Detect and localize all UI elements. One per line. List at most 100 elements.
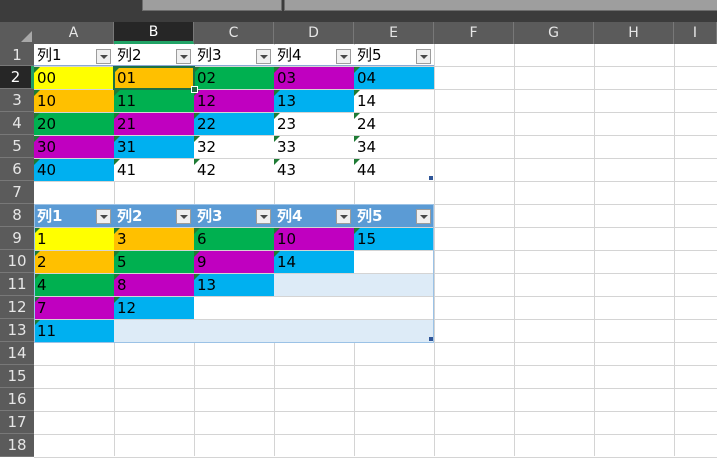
table1-data-cell[interactable]: 12 [194,90,274,112]
table1-data-cell[interactable]: 34 [354,136,434,158]
row-header-1[interactable]: 1 [0,44,34,66]
table2-data-cell[interactable]: 11 [34,320,114,342]
table2-data-cell[interactable]: 9 [194,251,274,273]
column-header-i[interactable]: I [674,22,717,44]
table2-empty-band-cell[interactable] [274,274,354,296]
row-header-13[interactable]: 13 [0,319,34,342]
table1-data-cell[interactable]: 21 [114,113,194,135]
table1-data-cell[interactable]: 10 [34,90,114,112]
table2-empty-band-cell[interactable] [354,320,434,342]
column-header-e[interactable]: E [354,22,434,44]
row-header-6[interactable]: 6 [0,158,34,181]
table2-data-cell[interactable] [274,297,354,319]
table2-header-cell[interactable]: 列5 [354,205,434,227]
filter-dropdown-icon[interactable] [256,209,271,224]
table1-data-cell[interactable]: 42 [194,159,274,181]
table1-data-cell[interactable]: 24 [354,113,434,135]
table2-data-cell[interactable] [194,297,274,319]
table2-data-cell[interactable]: 1 [34,228,114,250]
filter-dropdown-icon[interactable] [336,49,351,64]
table1-data-cell[interactable]: 00 [34,67,114,89]
column-header-f[interactable]: F [434,22,514,44]
table2-data-cell[interactable]: 3 [114,228,194,250]
table2-header-cell[interactable]: 列4 [274,205,354,227]
table2-data-cell[interactable]: 4 [34,274,114,296]
table2-empty-band-cell[interactable] [354,274,434,296]
table2-header-cell[interactable]: 列1 [34,205,114,227]
row-header-5[interactable]: 5 [0,135,34,158]
column-header-h[interactable]: H [594,22,674,44]
row-header-8[interactable]: 8 [0,204,34,227]
column-header-b[interactable]: B [114,22,194,44]
filter-dropdown-icon[interactable] [96,49,111,64]
table1-data-cell[interactable]: 11 [114,90,194,112]
table2-data-cell[interactable]: 14 [274,251,354,273]
filter-dropdown-icon[interactable] [256,49,271,64]
ribbon-button[interactable] [142,0,282,11]
table1-data-cell[interactable]: 22 [194,113,274,135]
row-header-15[interactable]: 15 [0,365,34,388]
row-header-10[interactable]: 10 [0,250,34,273]
table1-data-cell[interactable]: 40 [34,159,114,181]
table1-data-cell[interactable]: 23 [274,113,354,135]
table2-empty-band-cell[interactable] [274,320,354,342]
table1-resize-handle-icon[interactable] [429,176,433,180]
filter-dropdown-icon[interactable] [416,49,431,64]
table1-data-cell[interactable]: 13 [274,90,354,112]
table1-data-cell[interactable]: 30 [34,136,114,158]
table1-header-cell[interactable]: 列3 [194,45,274,66]
worksheet-grid[interactable]: 列1 列2 列3 列4 列5 00 01 02 03 04 10 11 12 13 14 20 21 22 23 24… [34,44,717,458]
table2-header-cell[interactable]: 列3 [194,205,274,227]
row-header-12[interactable]: 12 [0,296,34,319]
column-header-d[interactable]: D [274,22,354,44]
table1-header-cell[interactable]: 列4 [274,45,354,66]
select-all-corner[interactable] [0,22,34,44]
filter-dropdown-icon[interactable] [96,209,111,224]
table1-data-cell[interactable]: 03 [274,67,354,89]
table1-data-cell[interactable]: 44 [354,159,434,181]
table1-header-cell[interactable]: 列2 [114,45,194,66]
column-header-g[interactable]: G [514,22,594,44]
filter-dropdown-icon[interactable] [336,209,351,224]
row-header-14[interactable]: 14 [0,342,34,365]
table2-data-cell[interactable]: 5 [114,251,194,273]
table1-data-cell[interactable]: 14 [354,90,434,112]
filter-dropdown-icon[interactable] [176,209,191,224]
row-header-16[interactable]: 16 [0,388,34,411]
table1-header-cell[interactable]: 列1 [34,45,114,66]
fill-handle-icon[interactable] [191,86,198,93]
table2-data-cell[interactable]: 12 [114,297,194,319]
table2-data-cell[interactable]: 10 [274,228,354,250]
table1-header-cell[interactable]: 列5 [354,45,434,66]
formula-bar-area[interactable] [284,0,717,11]
row-header-2[interactable]: 2 [0,66,34,89]
table1-data-cell[interactable]: 31 [114,136,194,158]
table2-header-cell[interactable]: 列2 [114,205,194,227]
row-header-3[interactable]: 3 [0,89,34,112]
table1-data-cell[interactable]: 02 [194,67,274,89]
table2-data-cell[interactable]: 13 [194,274,274,296]
column-header-a[interactable]: A [34,22,114,44]
row-header-17[interactable]: 17 [0,411,34,434]
table2-empty-band-cell[interactable] [114,320,194,342]
filter-dropdown-icon[interactable] [416,209,431,224]
table2-empty-band-cell[interactable] [194,320,274,342]
row-header-9[interactable]: 9 [0,227,34,250]
table2-data-cell[interactable]: 15 [354,228,434,250]
column-header-c[interactable]: C [194,22,274,44]
table2-resize-handle-icon[interactable] [429,337,433,341]
row-header-4[interactable]: 4 [0,112,34,135]
row-header-11[interactable]: 11 [0,273,34,296]
table1-data-cell[interactable]: 33 [274,136,354,158]
row-header-18[interactable]: 18 [0,434,34,457]
filter-dropdown-icon[interactable] [176,49,191,64]
table1-data-cell[interactable]: 32 [194,136,274,158]
table2-data-cell[interactable]: 2 [34,251,114,273]
table2-data-cell[interactable]: 8 [114,274,194,296]
table1-data-cell[interactable]: 43 [274,159,354,181]
row-header-7[interactable]: 7 [0,181,34,204]
table2-data-cell[interactable] [354,251,434,273]
table2-data-cell[interactable] [354,297,434,319]
table2-data-cell[interactable]: 7 [34,297,114,319]
table1-data-cell[interactable]: 20 [34,113,114,135]
